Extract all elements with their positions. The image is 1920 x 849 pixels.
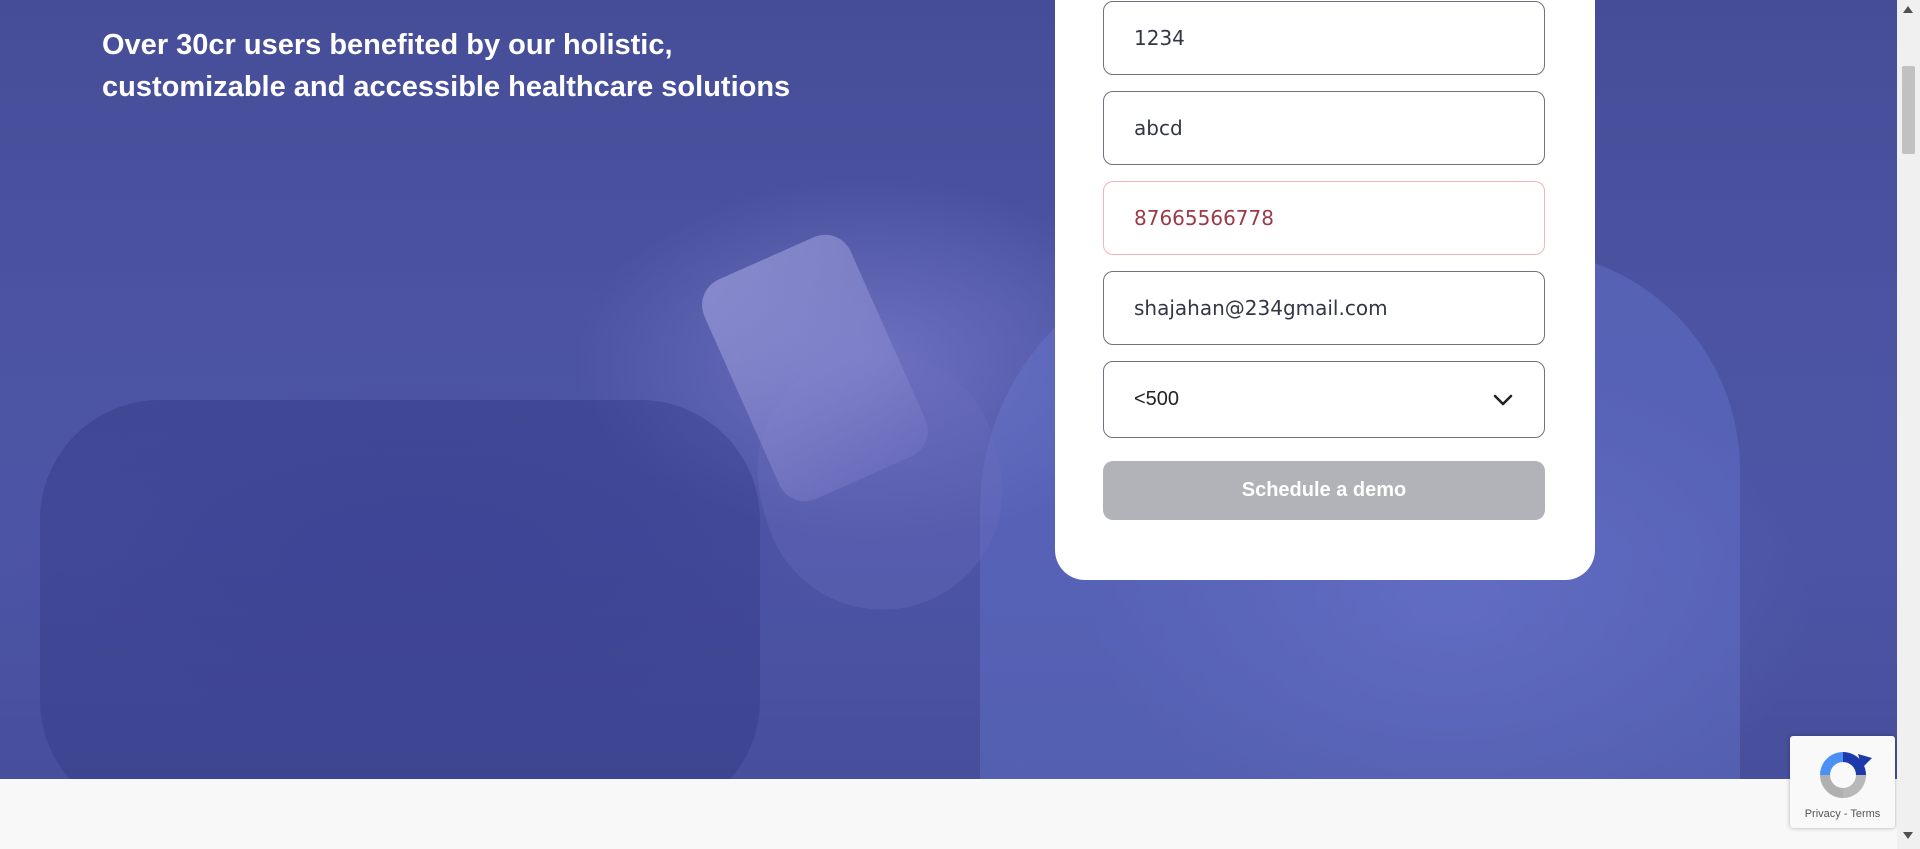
scroll-down-arrow-icon[interactable] — [1903, 832, 1913, 839]
hero-heading: Over 30cr users benefited by our holisti… — [102, 29, 791, 103]
schedule-demo-button[interactable]: Schedule a demo — [1103, 461, 1545, 520]
demo-form-card: 1234 abcd 87665566778 shajahan@234gmail.… — [1055, 0, 1595, 580]
recaptcha-privacy-link[interactable]: Privacy — [1805, 808, 1841, 820]
recaptcha-separator: - — [1840, 808, 1851, 820]
page-scrollbar[interactable] — [1897, 0, 1920, 849]
email-field[interactable]: shajahan@234gmail.com — [1103, 271, 1545, 345]
phone-field[interactable]: 87665566778 — [1103, 181, 1545, 255]
recaptcha-terms-link[interactable]: Terms — [1850, 808, 1880, 820]
recaptcha-icon — [1820, 752, 1872, 798]
form-field-2[interactable]: abcd — [1103, 91, 1545, 165]
background-photo-phone — [693, 225, 937, 511]
background-photo-cushion — [40, 400, 760, 779]
chevron-down-icon — [1493, 394, 1513, 405]
form-field-1[interactable]: 1234 — [1103, 1, 1545, 75]
employee-count-select[interactable]: <500 — [1103, 361, 1545, 438]
scrollbar-thumb[interactable] — [1902, 66, 1915, 154]
scroll-up-arrow-icon[interactable] — [1903, 6, 1913, 13]
hero-section: Over 30cr users benefited by our holisti… — [0, 0, 1897, 779]
recaptcha-badge[interactable]: Privacy - Terms — [1790, 736, 1895, 828]
background-photo-hand — [730, 323, 1030, 637]
recaptcha-links: Privacy - Terms — [1790, 808, 1895, 820]
select-value: <500 — [1134, 388, 1180, 410]
